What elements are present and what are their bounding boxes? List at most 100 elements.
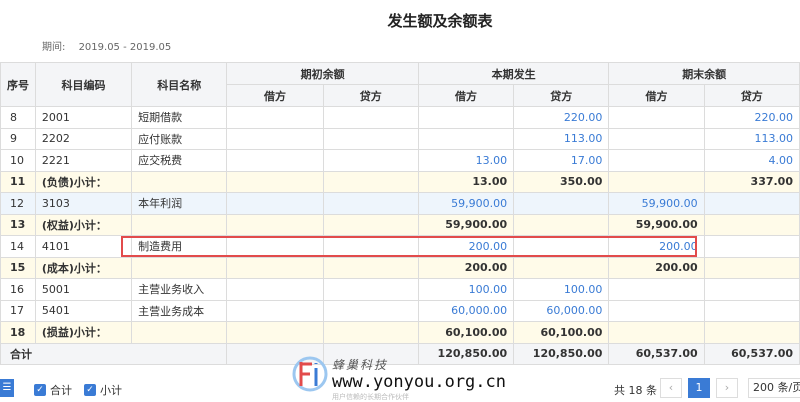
row-seq: 9 — [0, 127, 36, 150]
watermark: 蜂巢科技 www.yonyou.org.cn 用户信赖的长期合作伙伴 — [292, 352, 512, 401]
row-current-credit: 17.00 — [513, 149, 610, 172]
row-seq: 8 — [0, 106, 36, 129]
row-current-debit: 200.00 — [417, 235, 515, 258]
row-code: (成本)小计： — [34, 256, 133, 279]
checkbox-total[interactable]: ✓ 合计 — [34, 382, 72, 398]
header-code: 科目编码 — [34, 62, 133, 107]
row-opening-credit — [322, 256, 419, 279]
row-opening-debit — [226, 192, 324, 215]
row-code: 2001 — [34, 106, 133, 129]
checkbox-subtotal-label: 小计 — [100, 384, 122, 397]
row-closing-credit: 4.00 — [703, 149, 800, 172]
row-closing-debit: 59,900.00 — [608, 192, 705, 215]
row-closing-credit — [703, 213, 800, 236]
next-page-button[interactable]: › — [716, 378, 738, 398]
watermark-url: www.yonyou.org.cn — [332, 372, 506, 392]
row-name: 应付账款 — [131, 127, 228, 150]
total-closing-credit: 60,537.00 — [703, 342, 800, 365]
row-code: 4101 — [34, 235, 133, 258]
row-current-debit: 100.00 — [417, 278, 515, 301]
checkbox-checked-icon: ✓ — [34, 384, 46, 396]
row-closing-debit — [608, 299, 705, 322]
checkbox-subtotal[interactable]: ✓ 小计 — [84, 382, 122, 398]
row-opening-debit — [226, 106, 324, 129]
row-opening-debit — [226, 278, 324, 301]
row-code: (权益)小计： — [34, 213, 133, 236]
header-name: 科目名称 — [131, 62, 228, 107]
total-closing-debit: 60,537.00 — [608, 342, 705, 365]
period-info: 期间: 2019.05 - 2019.05 — [42, 38, 181, 53]
row-name — [131, 170, 228, 193]
row-opening-debit — [226, 127, 324, 150]
row-current-debit: 60,100.00 — [417, 321, 515, 344]
row-current-credit: 113.00 — [513, 127, 610, 150]
page-1-button[interactable]: 1 — [688, 378, 710, 398]
row-closing-debit: 200.00 — [608, 256, 705, 279]
row-opening-credit — [322, 170, 419, 193]
row-opening-credit — [322, 192, 419, 215]
period-value: 2019.05 - 2019.05 — [78, 42, 172, 53]
row-current-credit — [513, 256, 610, 279]
table-row[interactable]: 10 2221 应交税费 13.00 17.00 4.00 — [0, 149, 800, 172]
row-opening-credit — [322, 235, 419, 258]
row-name — [131, 321, 228, 344]
row-current-debit: 200.00 — [417, 256, 515, 279]
row-current-credit: 220.00 — [513, 106, 610, 129]
row-opening-credit — [322, 106, 419, 129]
row-code: 5401 — [34, 299, 133, 322]
row-opening-debit — [226, 213, 324, 236]
row-current-credit — [513, 235, 610, 258]
table-row[interactable]: 16 5001 主营业务收入 100.00 100.00 — [0, 278, 800, 301]
row-code: 2221 — [34, 149, 133, 172]
row-opening-credit — [322, 278, 419, 301]
header-current-debit: 借方 — [417, 84, 515, 107]
header-current-credit: 贷方 — [513, 84, 610, 107]
row-seq: 11 — [0, 170, 36, 193]
row-closing-credit — [703, 278, 800, 301]
row-seq: 18 — [0, 321, 36, 344]
table-row[interactable]: 15 (成本)小计： 200.00 200.00 — [0, 256, 800, 279]
table-body: 8 2001 短期借款 220.00 220.00 9 2202 应付账款 113.00 113.… — [0, 106, 800, 344]
row-closing-credit — [703, 192, 800, 215]
row-seq: 14 — [0, 235, 36, 258]
table-row[interactable]: 18 (损益)小计： 60,100.00 60,100.00 — [0, 321, 800, 344]
row-name — [131, 256, 228, 279]
header-current: 本期发生 — [417, 62, 610, 85]
row-closing-debit — [608, 106, 705, 129]
prev-page-button[interactable]: ‹ — [660, 378, 682, 398]
row-closing-credit — [703, 321, 800, 344]
row-closing-debit — [608, 278, 705, 301]
row-code: 2202 — [34, 127, 133, 150]
header-closing-credit: 贷方 — [703, 84, 800, 107]
row-current-credit: 350.00 — [513, 170, 610, 193]
row-seq: 17 — [0, 299, 36, 322]
row-seq: 15 — [0, 256, 36, 279]
row-closing-credit — [703, 235, 800, 258]
row-opening-credit — [322, 149, 419, 172]
table-row[interactable]: 8 2001 短期借款 220.00 220.00 — [0, 106, 800, 129]
row-current-debit — [417, 106, 515, 129]
row-code: (负债)小计： — [34, 170, 133, 193]
header-opening-debit: 借方 — [226, 84, 324, 107]
row-name: 短期借款 — [131, 106, 228, 129]
table-row[interactable]: 14 4101 制造费用 200.00 200.00 — [0, 235, 800, 258]
row-current-debit: 13.00 — [417, 170, 515, 193]
row-closing-debit — [608, 127, 705, 150]
row-seq: 16 — [0, 278, 36, 301]
period-label: 期间: — [42, 42, 66, 53]
row-closing-debit: 200.00 — [608, 235, 705, 258]
row-current-debit: 59,900.00 — [417, 213, 515, 236]
row-opening-debit — [226, 170, 324, 193]
report-title: 发生额及余额表 — [387, 12, 493, 30]
watermark-logo-icon — [292, 356, 328, 392]
row-closing-debit — [608, 170, 705, 193]
watermark-sub: 用户信赖的长期合作伙伴 — [332, 393, 409, 401]
page-size-select[interactable]: 200 条/页 — [748, 378, 800, 398]
table-row[interactable]: 13 (权益)小计： 59,900.00 59,900.00 — [0, 213, 800, 236]
table-row[interactable]: 12 3103 本年利润 59,900.00 59,900.00 — [0, 192, 800, 215]
table-row[interactable]: 17 5401 主营业务成本 60,000.00 60,000.00 — [0, 299, 800, 322]
header-opening-credit: 贷方 — [322, 84, 419, 107]
list-icon[interactable]: ☰ — [0, 379, 14, 397]
table-row[interactable]: 9 2202 应付账款 113.00 113.00 — [0, 127, 800, 150]
table-row[interactable]: 11 (负债)小计： 13.00 350.00 337.00 — [0, 170, 800, 193]
